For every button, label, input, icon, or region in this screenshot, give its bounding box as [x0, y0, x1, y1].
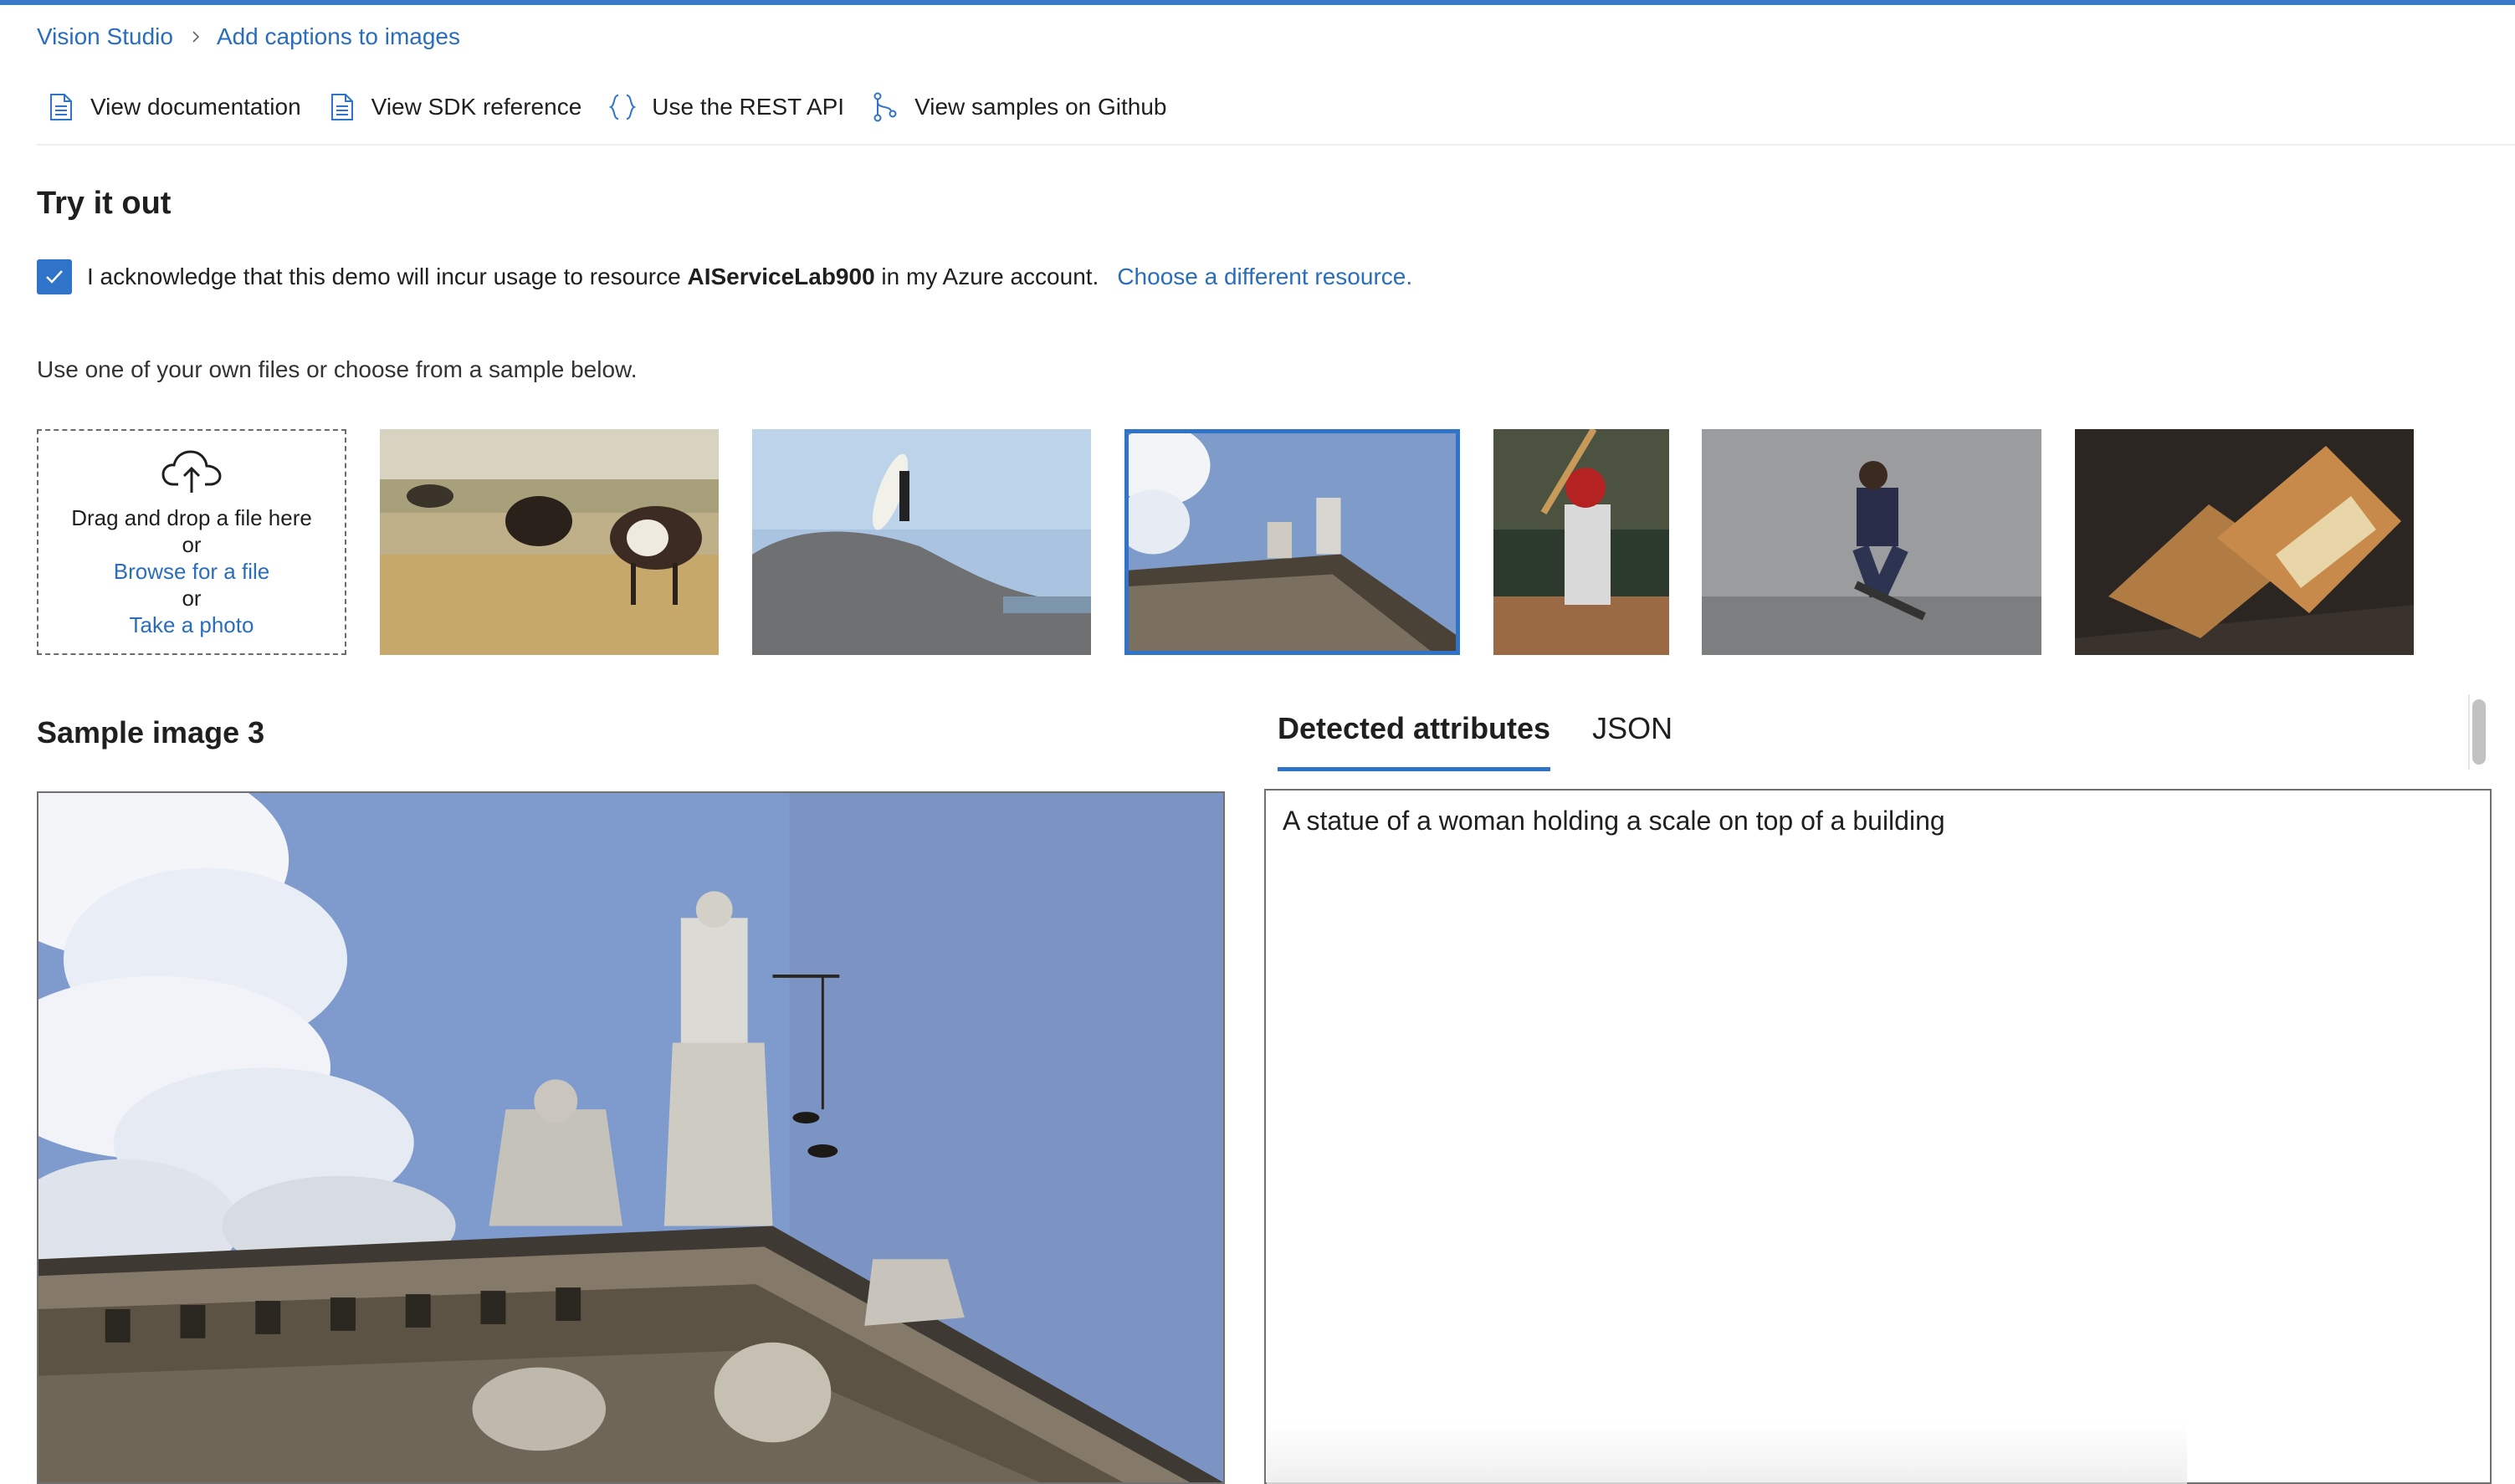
branch-icon — [871, 92, 899, 122]
sample-hint-text: Use one of your own files or choose from… — [37, 356, 638, 382]
view-documentation-label: View documentation — [90, 94, 301, 120]
caption-result-box: A statue of a woman holding a scale on t… — [1264, 789, 2492, 1484]
view-samples-github-label: View samples on Github — [914, 94, 1167, 120]
results-tabs: Detected attributes JSON — [1278, 711, 1714, 771]
cloud-upload-icon — [161, 450, 222, 493]
result-box-shadow — [1267, 1422, 2187, 1484]
sample-thumbnail-skateboarder[interactable] — [1702, 429, 2041, 655]
checkmark-icon — [46, 270, 63, 284]
resource-name: AIServiceLab900 — [687, 264, 875, 289]
chevron-right-icon — [192, 31, 200, 43]
try-it-out-heading: Try it out — [37, 186, 172, 221]
tab-json[interactable]: JSON — [1592, 711, 1672, 771]
acknowledge-checkbox[interactable] — [37, 259, 72, 294]
take-photo-link[interactable]: Take a photo — [130, 612, 254, 638]
sample-thumbnail-baseball[interactable] — [1493, 429, 1669, 655]
breadcrumb-add-captions[interactable]: Add captions to images — [217, 23, 460, 50]
document-icon — [328, 92, 356, 122]
toolbar-divider — [37, 144, 2515, 146]
sample-image-title: Sample image 3 — [37, 715, 265, 750]
baseball-image — [1493, 429, 1669, 655]
view-documentation-link[interactable]: View documentation — [47, 92, 301, 122]
tab-detected-attributes[interactable]: Detected attributes — [1278, 711, 1551, 771]
breadcrumb-vision-studio[interactable]: Vision Studio — [37, 23, 173, 50]
acknowledge-prefix: I acknowledge that this demo will incur … — [87, 264, 681, 289]
breadcrumb: Vision Studio Add captions to images — [37, 22, 460, 52]
braces-icon — [608, 92, 637, 122]
sample-thumbnail-surfer[interactable] — [752, 429, 1091, 655]
acknowledge-row: I acknowledge that this demo will incur … — [37, 259, 1412, 294]
or-text: or — [182, 586, 202, 611]
view-samples-github-link[interactable]: View samples on Github — [871, 92, 1167, 122]
choose-different-resource-link[interactable]: Choose a different resource. — [1117, 264, 1412, 290]
use-rest-api-link[interactable]: Use the REST API — [608, 92, 844, 122]
statue-building-image — [38, 793, 1223, 1482]
drag-drop-text: Drag and drop a file here — [71, 505, 312, 530]
sample-thumbnail-sandwich[interactable] — [2075, 429, 2414, 655]
use-rest-api-label: Use the REST API — [652, 94, 845, 120]
detected-caption: A statue of a woman holding a scale on t… — [1283, 806, 1945, 836]
sandwich-image — [2075, 429, 2414, 655]
top-accent-bar — [0, 0, 2515, 5]
scrollbar-thumb[interactable] — [2472, 699, 2486, 765]
scrollbar-track — [2468, 694, 2470, 770]
browse-file-link[interactable]: Browse for a file — [114, 558, 269, 585]
view-sdk-reference-label: View SDK reference — [371, 94, 582, 120]
file-dropzone[interactable]: Drag and drop a file here or Browse for … — [37, 429, 346, 655]
acknowledge-suffix: in my Azure account. — [881, 264, 1099, 289]
sample-thumbnail-statue[interactable] — [1124, 429, 1460, 655]
surfer-image — [752, 429, 1091, 655]
sample-thumbnail-cows[interactable] — [380, 429, 719, 655]
statue-image — [1129, 433, 1456, 651]
or-text: or — [182, 532, 202, 557]
skateboarder-image — [1702, 429, 2041, 655]
cows-image — [380, 429, 719, 655]
selected-image-preview — [37, 791, 1225, 1484]
resource-links-toolbar: View documentation View SDK reference Us… — [47, 89, 1194, 125]
view-sdk-reference-link[interactable]: View SDK reference — [328, 92, 582, 122]
document-icon — [47, 92, 75, 122]
